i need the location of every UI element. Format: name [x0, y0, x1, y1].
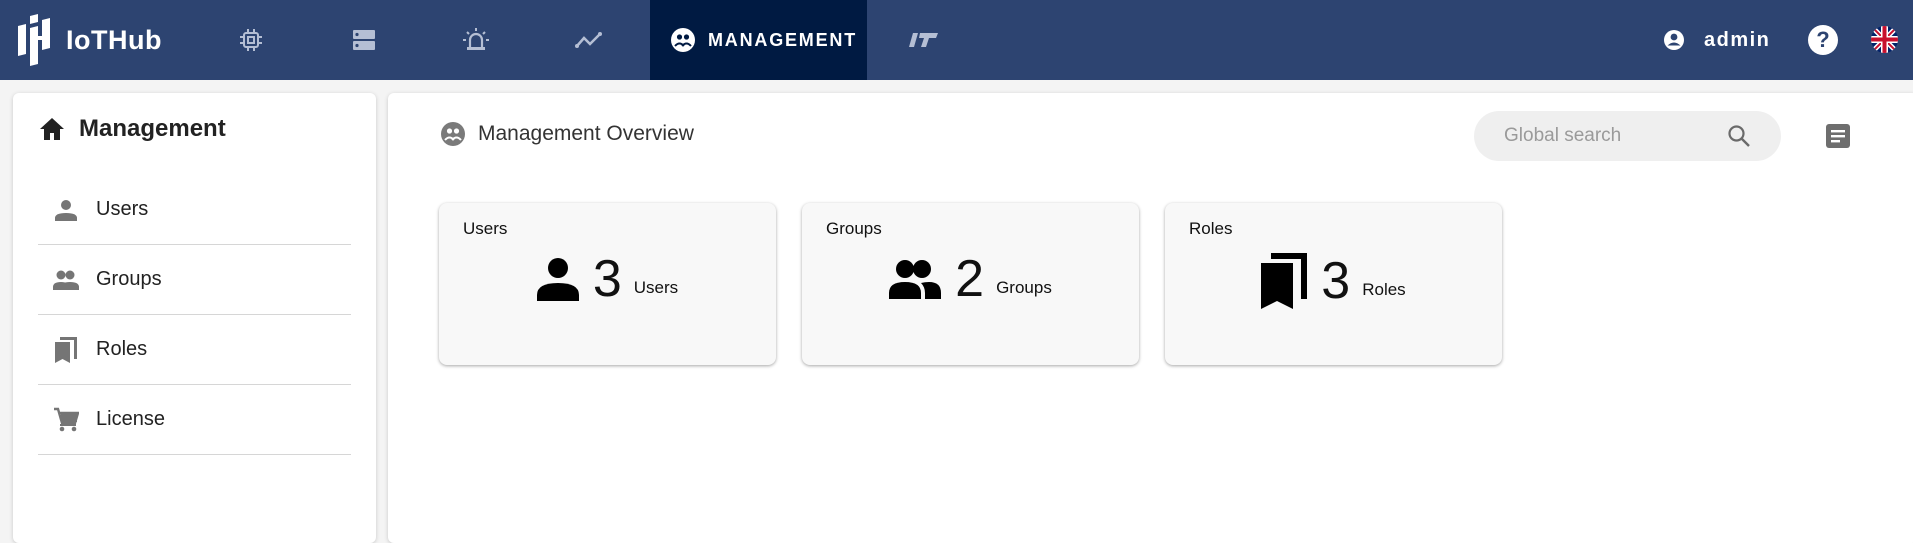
card-title: Roles — [1189, 219, 1233, 238]
sidebar-item-users[interactable]: Users — [38, 175, 351, 245]
card-unit: Groups — [996, 278, 1052, 297]
nav-storage[interactable] — [344, 20, 384, 60]
help-icon[interactable]: ? — [1808, 25, 1838, 55]
cart-icon — [52, 406, 80, 434]
nav-devices[interactable] — [231, 20, 271, 60]
roles-card[interactable]: Roles 3 Roles — [1165, 203, 1502, 365]
flow-icon — [909, 33, 938, 47]
app-name: IoTHub — [66, 24, 162, 55]
sidebar-item-license[interactable]: License — [38, 385, 351, 455]
nav-analytics[interactable] — [569, 20, 609, 60]
sidebar-item-label: Users — [96, 198, 149, 220]
nav-management[interactable]: MANAGEMENT — [650, 0, 867, 80]
group-icon — [889, 260, 942, 299]
groups-card[interactable]: Groups 2 Groups — [802, 203, 1139, 365]
document-icon — [1826, 124, 1850, 148]
app-logo[interactable]: IoTHub — [18, 14, 162, 66]
management-icon — [441, 122, 465, 146]
management-icon — [671, 28, 695, 52]
sidebar-item-groups[interactable]: Groups — [38, 245, 351, 315]
page-title-area: Management Overview — [440, 121, 694, 147]
card-title: Users — [463, 219, 508, 238]
nav-flows[interactable] — [904, 20, 944, 60]
group-icon — [52, 266, 80, 294]
chip-icon — [240, 29, 262, 51]
logo-mark-icon — [18, 14, 60, 66]
users-card[interactable]: Users 3 Users — [439, 203, 776, 365]
top-navbar: IoTHub MANAGEMENT admin ? — [0, 0, 1913, 80]
users-count: 3 — [592, 250, 622, 308]
user-menu[interactable]: admin — [1662, 22, 1770, 58]
bookmarks-icon — [1261, 253, 1308, 309]
person-icon — [536, 258, 579, 301]
page-title: Management Overview — [478, 122, 694, 145]
card-title: Groups — [826, 219, 882, 238]
username: admin — [1704, 28, 1771, 51]
sidebar-item-label: License — [96, 408, 165, 430]
sidebar-item-roles[interactable]: Roles — [38, 315, 351, 385]
alarm-icon — [463, 28, 489, 50]
sidebar: Management Users Groups Roles License — [13, 93, 376, 543]
roles-count: 3 — [1321, 252, 1351, 310]
language-flag-uk-icon[interactable] — [1871, 26, 1898, 53]
bookmarks-icon — [52, 336, 80, 364]
sidebar-item-label: Groups — [96, 268, 162, 290]
main-panel: Management Overview Users 3 Users Groups… — [388, 93, 1913, 543]
nav-management-label: MANAGEMENT — [708, 29, 857, 50]
groups-count: 2 — [955, 250, 985, 308]
nav-alarms[interactable] — [456, 20, 496, 60]
card-unit: Roles — [1362, 280, 1406, 299]
home-icon — [40, 118, 64, 140]
card-unit: Users — [633, 278, 679, 297]
trend-icon — [575, 32, 602, 48]
global-search — [1474, 111, 1781, 161]
server-icon — [353, 30, 375, 50]
sidebar-title: Management — [79, 115, 226, 142]
global-search-input[interactable] — [1504, 125, 1714, 147]
search-icon[interactable] — [1727, 124, 1751, 153]
sidebar-header[interactable]: Management — [39, 115, 226, 143]
documentation-button[interactable] — [1823, 121, 1853, 151]
account-circle-icon — [1664, 30, 1684, 50]
person-icon — [52, 196, 80, 224]
sidebar-item-label: Roles — [96, 338, 148, 360]
